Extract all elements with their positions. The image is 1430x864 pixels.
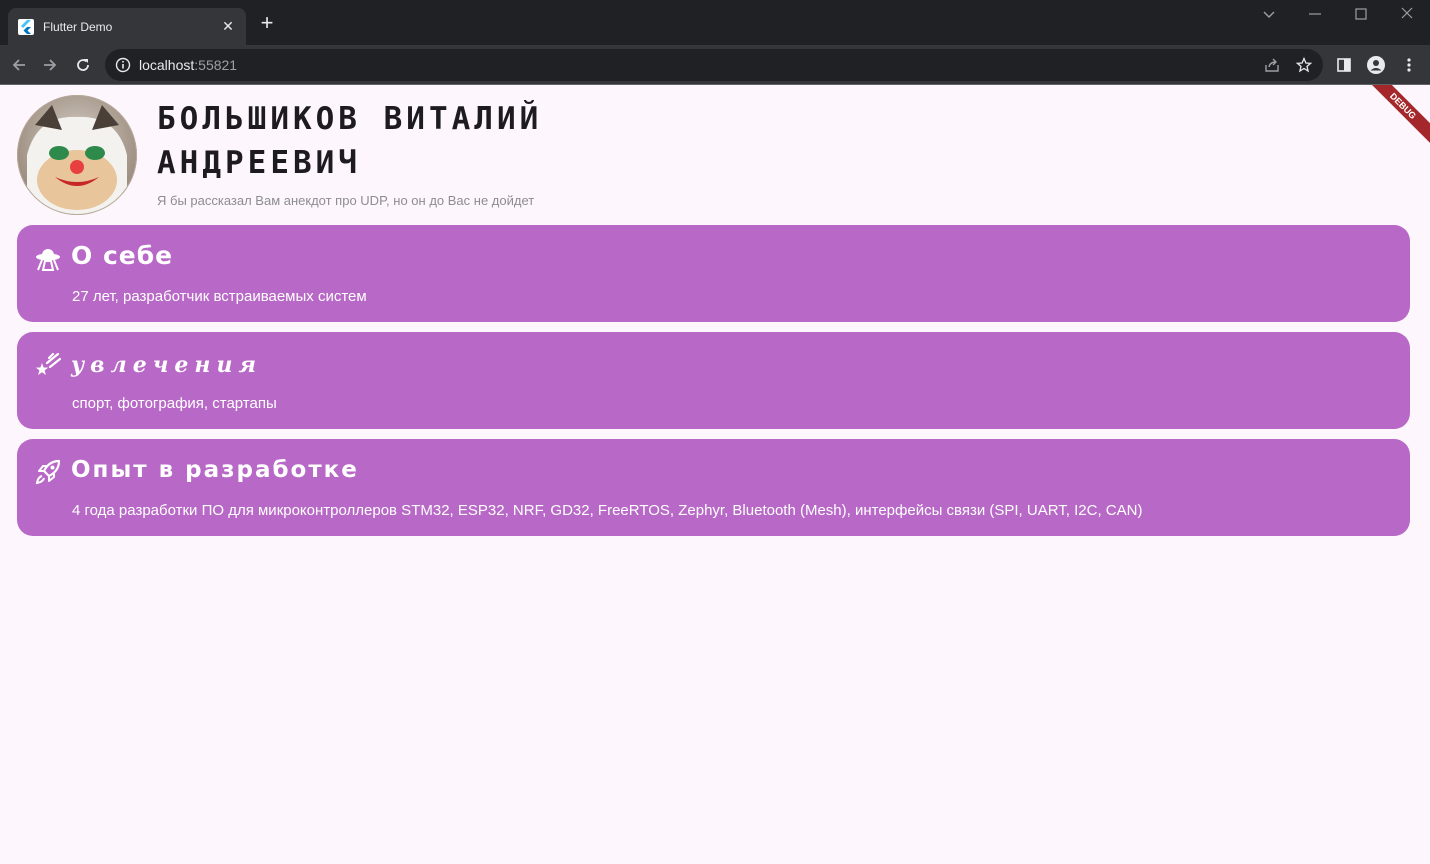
- share-icon[interactable]: [1264, 57, 1280, 78]
- card-text: спорт, фотография, стартапы: [72, 395, 277, 412]
- new-tab-button[interactable]: +: [256, 12, 278, 35]
- browser-toolbar: localhost:55821: [0, 45, 1430, 85]
- card-experience[interactable]: Опыт в разработке 4 года разработки ПО д…: [17, 439, 1410, 536]
- side-panel-icon[interactable]: [1332, 53, 1356, 77]
- tab-search-icon[interactable]: [1254, 4, 1284, 24]
- address-bar[interactable]: localhost:55821: [105, 49, 1323, 81]
- more-menu-icon[interactable]: [1397, 53, 1421, 77]
- maximize-button[interactable]: [1346, 4, 1376, 24]
- card-title: Опыт в разработке: [71, 457, 359, 483]
- url-text: localhost:55821: [139, 57, 237, 73]
- ufo-icon: [35, 245, 61, 271]
- bookmark-star-icon[interactable]: [1295, 56, 1313, 78]
- card-text: 27 лет, разработчик встраиваемых систем: [72, 288, 367, 305]
- flutter-logo-icon: [18, 18, 34, 35]
- profile-avatar-icon[interactable]: [1364, 53, 1388, 77]
- site-info-icon[interactable]: [115, 57, 131, 78]
- forward-button[interactable]: [38, 53, 62, 77]
- reload-button[interactable]: [71, 53, 95, 77]
- tab-title: Flutter Demo: [43, 19, 113, 34]
- tab-strip: Flutter Demo ✕ +: [0, 0, 1430, 45]
- card-text: 4 года разработки ПО для микроконтроллер…: [72, 502, 1143, 519]
- minimize-button[interactable]: [1300, 4, 1330, 24]
- profile-quote: Я бы рассказал Вам анекдот про UDP, но о…: [157, 193, 535, 208]
- avatar: [17, 95, 137, 215]
- debug-banner: DEBUG: [1359, 85, 1430, 150]
- browser-tab[interactable]: Flutter Demo ✕: [8, 8, 246, 45]
- page-content: Большиков Виталий Андреевич Я бы рассказ…: [0, 85, 1430, 864]
- card-about[interactable]: О себе 27 лет, разработчик встраиваемых …: [17, 225, 1410, 322]
- shooting-stars-icon: [35, 352, 62, 378]
- card-title: увлечения: [71, 352, 262, 378]
- url-port: :55821: [194, 57, 238, 73]
- url-host: localhost: [139, 57, 195, 73]
- card-title: О себе: [71, 241, 174, 270]
- back-button[interactable]: [7, 53, 31, 77]
- rocket-icon: [35, 459, 61, 485]
- profile-name: Большиков Виталий Андреевич: [157, 101, 543, 181]
- close-window-button[interactable]: [1392, 4, 1422, 24]
- tab-close-icon[interactable]: ✕: [220, 18, 236, 35]
- card-hobbies[interactable]: увлечения спорт, фотография, стартапы: [17, 332, 1410, 429]
